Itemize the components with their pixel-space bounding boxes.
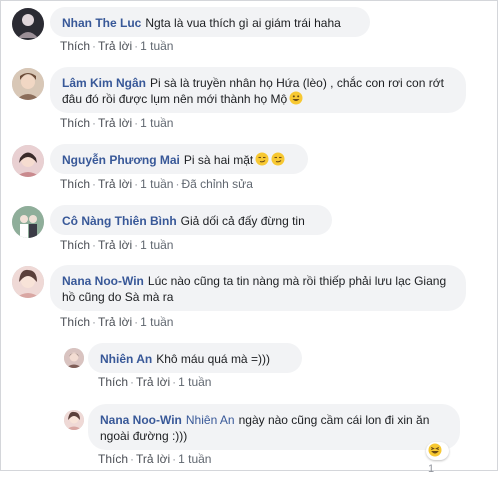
tagged-user[interactable]: Nhiên An (186, 413, 235, 427)
grinning-emoji-icon (289, 91, 303, 105)
edited-label[interactable]: Đã chỉnh sửa (181, 177, 252, 191)
like-link[interactable]: Thích (60, 238, 90, 252)
comment-bubble: Nguyễn Phương Mai Pi sà hai mặt (50, 144, 308, 174)
reply-link[interactable]: Trả lời (98, 238, 132, 252)
reply-link[interactable]: Trả lời (136, 375, 170, 389)
like-link[interactable]: Thích (60, 315, 90, 329)
comment-actions: Thích · Trả lời · 1 tuần · Đã chỉnh sửa (60, 177, 253, 191)
reaction-badge[interactable]: 1 (426, 442, 449, 475)
reply-link[interactable]: Trả lời (136, 452, 170, 466)
comment-text: Ngta là vua thích gì ai giám trái haha (145, 16, 341, 30)
reply-link[interactable]: Trả lời (98, 116, 132, 130)
reply-actions: Thích · Trả lời · 1 tuần (98, 452, 212, 466)
comment-author[interactable]: Cô Nàng Thiên Bình (62, 214, 177, 228)
smirk-emoji-icon (255, 152, 269, 166)
reply-bubble: Nana Noo-Win Nhiên An ngày nào cũng cầm cá… (88, 404, 460, 450)
reply-link[interactable]: Trả lời (98, 315, 132, 329)
reply-bubble: Nhiên An Khô máu quá mà =))) (88, 343, 302, 373)
timestamp[interactable]: 1 tuần (140, 177, 173, 191)
comment-text: Giả dối cả đấy đừng tin (180, 214, 305, 228)
like-link[interactable]: Thích (60, 39, 90, 53)
comment-author[interactable]: Nhan The Luc (62, 16, 141, 30)
like-link[interactable]: Thích (60, 177, 90, 191)
like-link[interactable]: Thích (60, 116, 90, 130)
comment-author[interactable]: Nana Noo-Win (62, 274, 144, 288)
comment-author[interactable]: Lâm Kim Ngân (62, 76, 146, 90)
comment-bubble: Lâm Kim Ngân Pi sà là truyền nhân họ Hứa … (50, 67, 466, 113)
timestamp[interactable]: 1 tuần (178, 452, 211, 466)
comment-text: Pi sà hai mặt (183, 153, 254, 167)
avatar[interactable] (12, 266, 44, 298)
comment-actions: Thích · Trả lời · 1 tuần (60, 116, 174, 130)
comment-bubble: Nhan The Luc Ngta là vua thích gì ai giám… (50, 7, 370, 37)
avatar[interactable] (12, 145, 44, 177)
like-link[interactable]: Thích (98, 375, 128, 389)
timestamp[interactable]: 1 tuần (178, 375, 211, 389)
timestamp[interactable]: 1 tuần (140, 315, 173, 329)
avatar[interactable] (12, 68, 44, 100)
avatar[interactable] (12, 8, 44, 40)
reply-link[interactable]: Trả lời (98, 39, 132, 53)
timestamp[interactable]: 1 tuần (140, 39, 173, 53)
reply-actions: Thích · Trả lời · 1 tuần (98, 375, 212, 389)
reply-link[interactable]: Trả lời (98, 177, 132, 191)
avatar[interactable] (12, 206, 44, 238)
smirk-emoji-icon (271, 152, 285, 166)
avatar[interactable] (64, 348, 84, 368)
comment-bubble: Cô Nàng Thiên Bình Giả dối cả đấy đừng ti… (50, 205, 332, 235)
reply-text: Khô máu quá mà =))) (156, 352, 270, 366)
avatar[interactable] (64, 410, 84, 430)
reply-author[interactable]: Nhiên An (100, 352, 152, 366)
timestamp[interactable]: 1 tuần (140, 116, 173, 130)
like-link[interactable]: Thích (98, 452, 128, 466)
laughing-emoji-icon (428, 443, 442, 457)
reaction-count: 1 (428, 463, 435, 475)
comment-actions: Thích · Trả lời · 1 tuần (60, 238, 174, 252)
comment-author[interactable]: Nguyễn Phương Mai (62, 153, 180, 167)
comment-actions: Thích · Trả lời · 1 tuần (60, 39, 174, 53)
reply-author[interactable]: Nana Noo-Win (100, 413, 182, 427)
comment-bubble: Nana Noo-Win Lúc nào cũng ta tin nàng mà … (50, 265, 466, 311)
comment-actions: Thích · Trả lời · 1 tuần (60, 315, 174, 329)
timestamp[interactable]: 1 tuần (140, 238, 173, 252)
